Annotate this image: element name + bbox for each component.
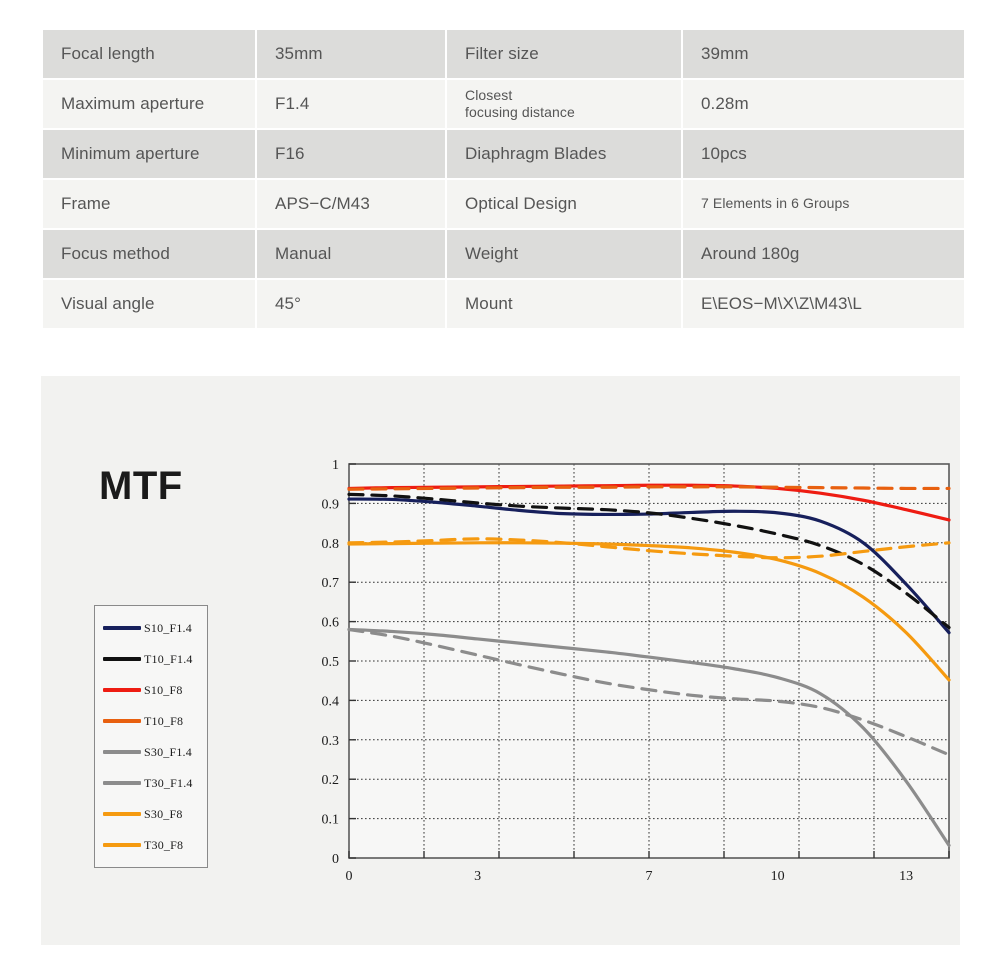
spec-value-left: 35mm (257, 30, 445, 78)
spec-table-row: Maximum aperture F1.4 Closest focusing dist… (43, 80, 964, 128)
legend-item[interactable]: S30_F8 (95, 801, 207, 827)
legend-item[interactable]: S10_F1.4 (95, 615, 207, 641)
spec-value-right: 10pcs (683, 130, 964, 178)
spec-table-row: Visual angle 45° Mount E\EOS−M\X\Z\M43\L (43, 280, 964, 328)
legend-item-label: S30_F8 (144, 806, 183, 821)
spec-value-left: Manual (257, 230, 445, 278)
spec-value-right: E\EOS−M\X\Z\M43\L (683, 280, 964, 328)
y-axis-tick-label: 0.9 (322, 497, 340, 512)
y-axis-tick-label: 0.5 (322, 655, 340, 670)
y-axis-tick-label: 0.4 (322, 694, 340, 709)
legend-item-label: T10_F1.4 (144, 651, 193, 666)
y-axis-tick-label: 0.2 (322, 773, 340, 788)
legend-color-swatch (103, 812, 141, 816)
spec-value-left: APS−C/M43 (257, 180, 445, 228)
spec-label-left: Focus method (43, 230, 255, 278)
x-axis-tick-label: 10 (771, 869, 785, 884)
y-axis-tick-label: 0.8 (322, 537, 340, 552)
spec-value-left: F1.4 (257, 80, 445, 128)
legend-color-swatch (103, 657, 141, 661)
legend-item-label: T10_F8 (144, 713, 184, 728)
y-axis-tick-label: 0.7 (322, 576, 340, 591)
legend-item[interactable]: S30_F1.4 (95, 739, 207, 765)
legend-item-label: T30_F1.4 (144, 775, 193, 790)
legend-item[interactable]: T30_F8 (95, 832, 207, 858)
mtf-plot-area: 0 0.1 0.2 0.3 0.4 0.5 0.6 0.7 0.8 0.9 1 0 3 7 10 13 (271, 454, 961, 904)
spec-table-body: Focal length 35mm Filter size 39mm Maximum a… (43, 30, 964, 328)
y-axis-tick-label: 0 (332, 852, 339, 867)
spec-label-right: Diaphragm Blades (447, 130, 681, 178)
legend-item-label: S10_F1.4 (144, 620, 192, 635)
y-axis-tick-label: 0.1 (322, 813, 340, 828)
spec-value-right: 7 Elements in 6 Groups (683, 180, 964, 228)
y-axis-tick-label: 0.3 (322, 734, 340, 749)
mtf-chart-panel: MTF S10_F1.4 T10_F1.4 S10_F8 T10_F8 S30_F1.4… (41, 376, 960, 945)
spec-label-right: Optical Design (447, 180, 681, 228)
spec-value-left: 45° (257, 280, 445, 328)
mtf-plot-svg: 00.10.20.30.40.50.60.70.80.910 3 7 10 13 (322, 458, 951, 884)
spec-table-row: Focus method Manual Weight Around 180g (43, 230, 964, 278)
spec-label-left: Frame (43, 180, 255, 228)
legend-item-label: T30_F8 (144, 837, 184, 852)
spec-label-left: Focal length (43, 30, 255, 78)
y-axis-tick-label: 0.6 (322, 616, 340, 631)
spec-label-right: Filter size (447, 30, 681, 78)
spec-value-right: 39mm (683, 30, 964, 78)
spec-value-right: 0.28m (683, 80, 964, 128)
x-axis-tick-label: 0 (346, 869, 353, 884)
legend-item-label: S30_F1.4 (144, 744, 192, 759)
chart-legend: S10_F1.4 T10_F1.4 S10_F8 T10_F8 S30_F1.4 T30_… (94, 605, 208, 868)
spec-label-right: Mount (447, 280, 681, 328)
spec-value-left: F16 (257, 130, 445, 178)
chart-legend-list: S10_F1.4 T10_F1.4 S10_F8 T10_F8 S30_F1.4 T30_… (95, 606, 207, 867)
x-axis-tick-label: 13 (899, 869, 913, 884)
y-axis-tick-label: 1 (332, 458, 339, 473)
spec-table-row: Frame APS−C/M43 Optical Design 7 Elements i… (43, 180, 964, 228)
spec-label-right: Closest focusing distance (447, 80, 681, 128)
spec-value-right: Around 180g (683, 230, 964, 278)
spec-label-right: Weight (447, 230, 681, 278)
legend-item-label: S10_F8 (144, 682, 183, 697)
legend-color-swatch (103, 750, 141, 754)
legend-item[interactable]: T10_F8 (95, 708, 207, 734)
spec-table-row: Focal length 35mm Filter size 39mm (43, 30, 964, 78)
legend-item[interactable]: T30_F1.4 (95, 770, 207, 796)
legend-color-swatch (103, 688, 141, 692)
legend-color-swatch (103, 843, 141, 847)
legend-color-swatch (103, 626, 141, 630)
mtf-title: MTF (99, 464, 183, 508)
lens-spec-table: Focal length 35mm Filter size 39mm Maximum a… (41, 28, 966, 330)
legend-item[interactable]: T10_F1.4 (95, 646, 207, 672)
legend-color-swatch (103, 781, 141, 785)
x-axis-tick-label: 7 (646, 869, 653, 884)
spec-label-left: Maximum aperture (43, 80, 255, 128)
spec-label-left: Visual angle (43, 280, 255, 328)
spec-table-row: Minimum aperture F16 Diaphragm Blades 10pcs (43, 130, 964, 178)
x-axis-tick-label: 3 (474, 869, 481, 884)
legend-color-swatch (103, 719, 141, 723)
spec-label-left: Minimum aperture (43, 130, 255, 178)
legend-item[interactable]: S10_F8 (95, 677, 207, 703)
